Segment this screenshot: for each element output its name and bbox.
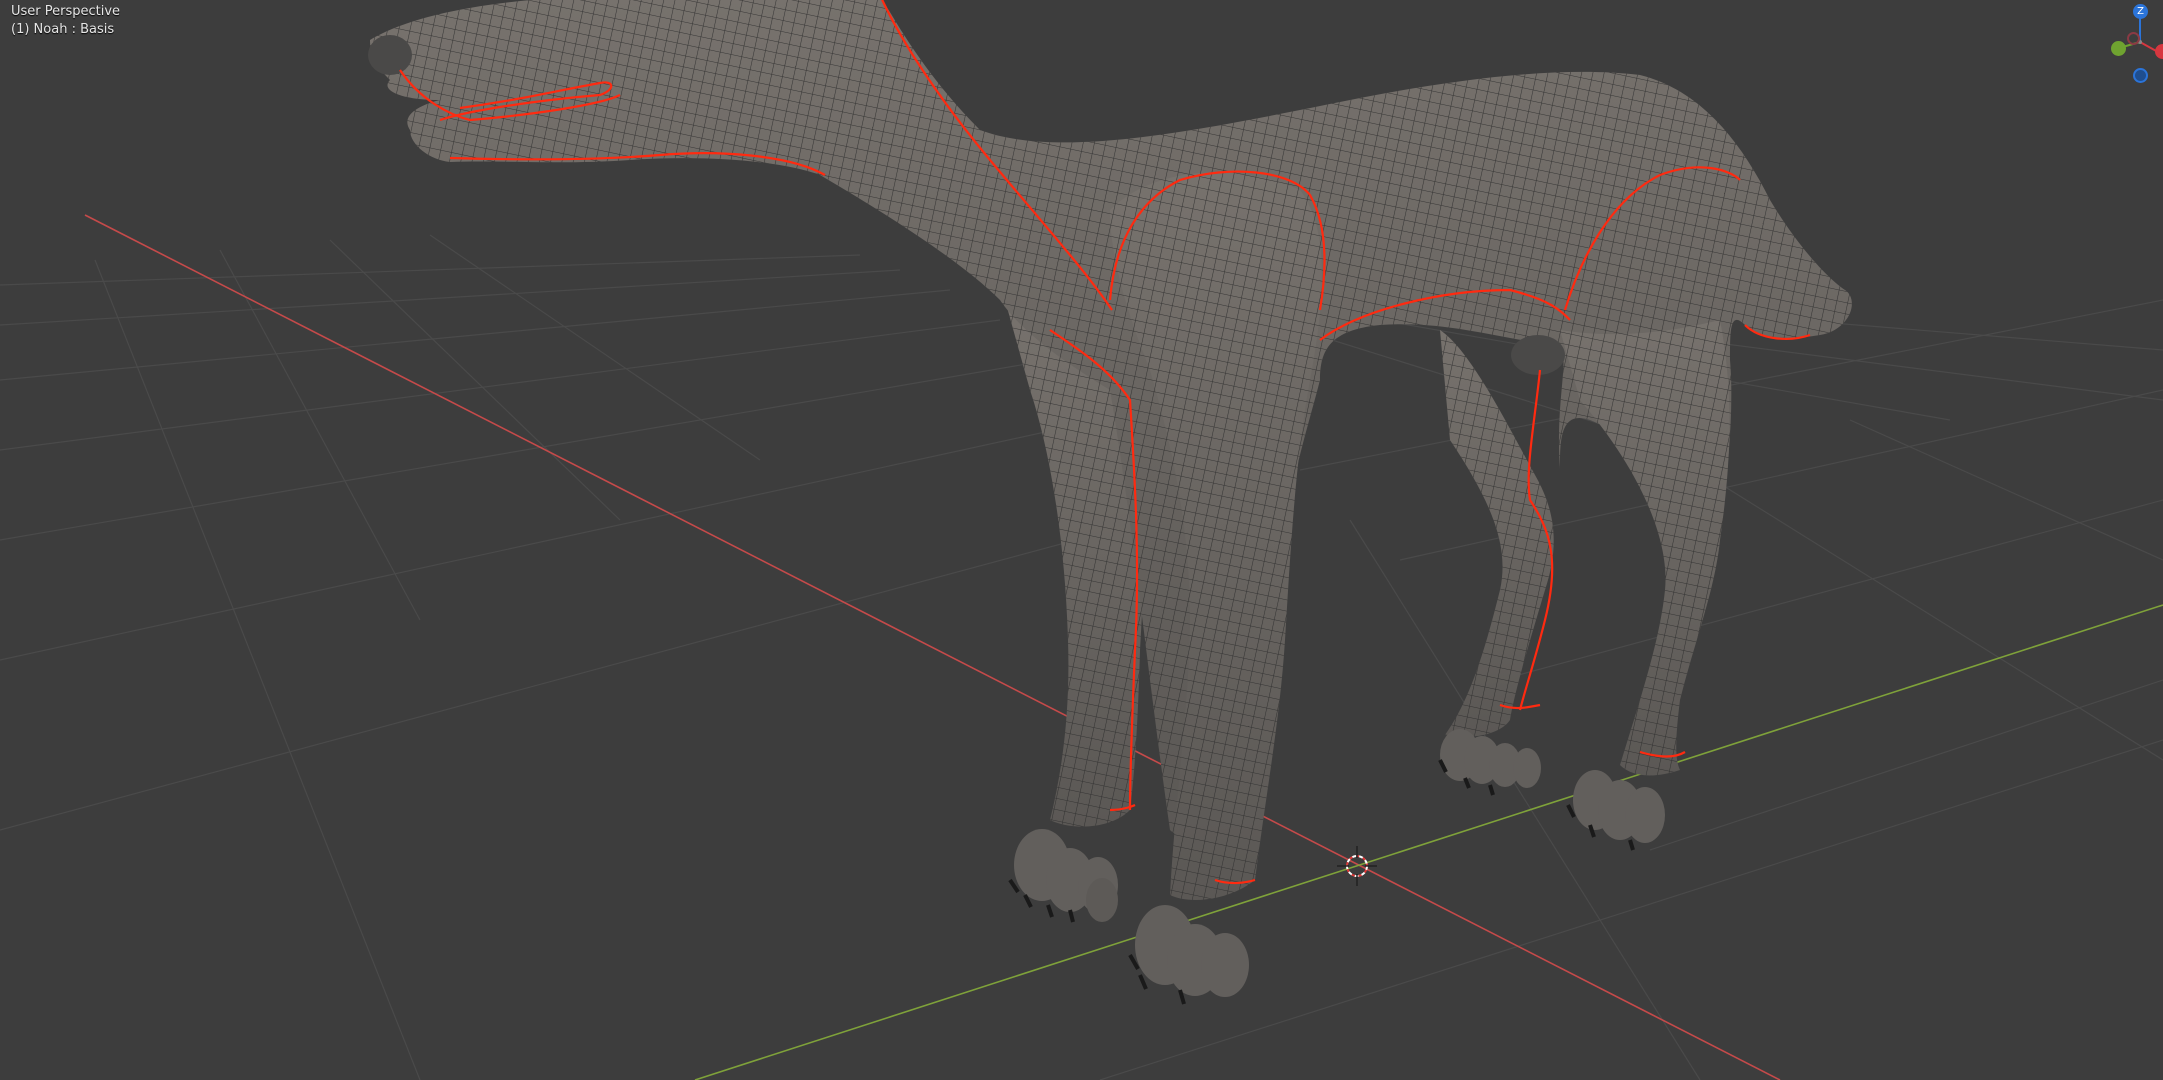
gizmo-z-axis-button[interactable]: Z	[2133, 4, 2148, 19]
navigation-gizmo[interactable]: Z	[2100, 0, 2163, 90]
gizmo-neg-x-axis-button[interactable]	[2127, 32, 2140, 45]
gizmo-y-axis-button[interactable]	[2111, 41, 2126, 56]
scene-canvas[interactable]	[0, 0, 2163, 1080]
gizmo-x-axis-button[interactable]	[2155, 44, 2163, 59]
wolf-nose[interactable]	[368, 35, 412, 75]
dark-sphere[interactable]	[1511, 335, 1565, 375]
y-axis-line	[694, 604, 2163, 1080]
3d-viewport[interactable]: User Perspective (1) Noah : Basis Z	[0, 0, 2163, 1080]
viewport-object-info: (1) Noah : Basis	[11, 22, 115, 37]
paw-far-front[interactable]	[1008, 829, 1118, 923]
gizmo-z-label: Z	[2137, 6, 2144, 17]
gizmo-neg-z-axis-button[interactable]	[2133, 68, 2148, 83]
viewport-view-name: User Perspective	[11, 4, 121, 19]
wolf-mesh[interactable]	[368, 0, 1852, 1005]
paw-far-hind[interactable]	[1438, 729, 1541, 796]
gizmo-lines	[2118, 14, 2159, 53]
paw-near-hind[interactable]	[1566, 770, 1665, 851]
